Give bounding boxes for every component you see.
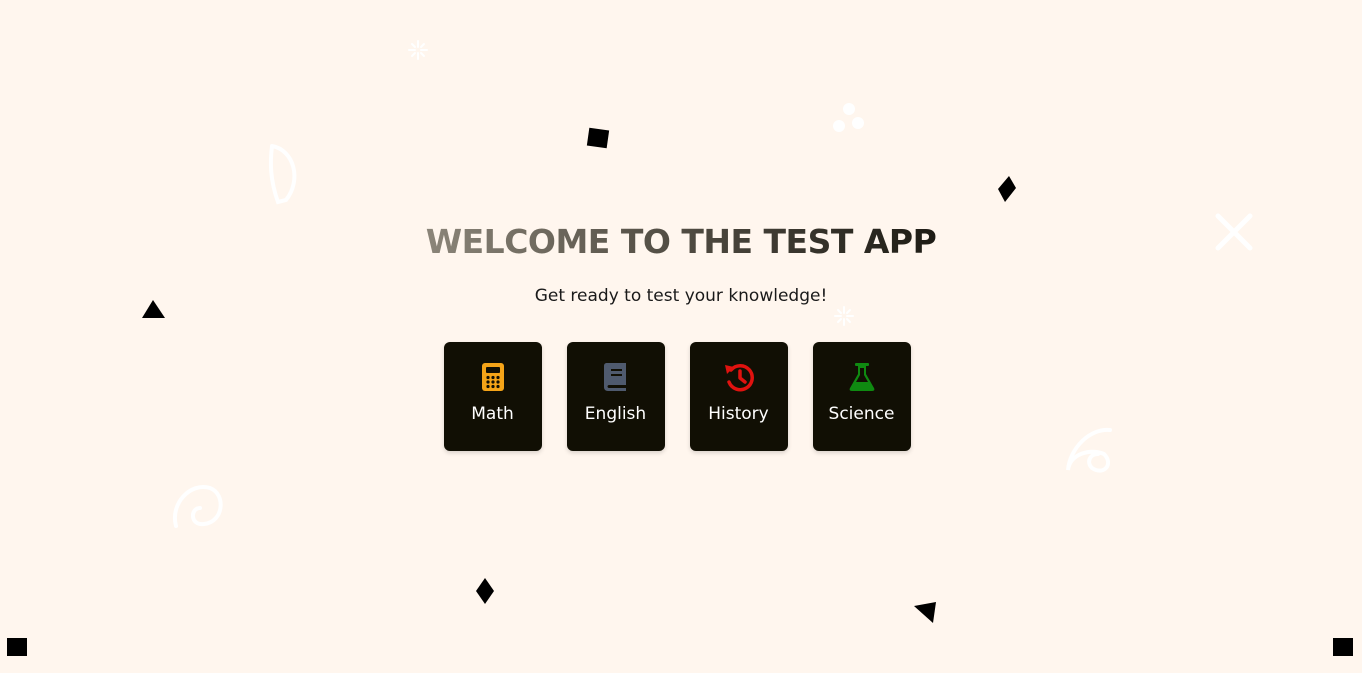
- sparkle-doodle: [408, 40, 428, 60]
- half-circle-doodle: [268, 144, 297, 205]
- history-label: History: [708, 404, 769, 424]
- welcome-page: WELCOME TO THE TEST APP Get ready to tes…: [0, 0, 1362, 673]
- diamond-decoration: [998, 176, 1016, 202]
- calculator-icon: [477, 361, 509, 393]
- page-title: WELCOME TO THE TEST APP: [425, 222, 937, 261]
- math-label: Math: [471, 404, 514, 424]
- spiral-doodle: [172, 485, 223, 528]
- science-label: Science: [828, 404, 895, 424]
- history-icon: [723, 361, 755, 393]
- flask-icon: [846, 361, 878, 393]
- square-decoration: [586, 127, 610, 149]
- english-label: English: [584, 404, 647, 424]
- science-card[interactable]: Science: [812, 342, 911, 451]
- triangle-decoration: [914, 602, 936, 623]
- dots-doodle: [833, 103, 864, 132]
- english-card[interactable]: English: [566, 342, 665, 451]
- math-card[interactable]: Math: [443, 342, 542, 451]
- square-decoration: [7, 638, 27, 656]
- book-icon: [600, 361, 632, 393]
- hero-section: WELCOME TO THE TEST APP Get ready to tes…: [0, 222, 1362, 451]
- history-card[interactable]: History: [689, 342, 788, 451]
- square-decoration: [1333, 638, 1353, 656]
- page-subtitle: Get ready to test your knowledge!: [534, 286, 828, 306]
- diamond-decoration: [476, 578, 494, 604]
- subject-cards: Math English History Science: [443, 342, 911, 451]
